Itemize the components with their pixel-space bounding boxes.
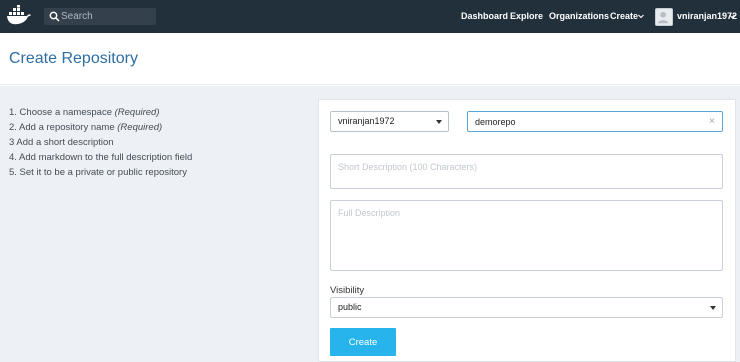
create-button[interactable]: Create <box>330 328 396 356</box>
namespace-value: vniranjan1972 <box>338 116 395 126</box>
list-item: 1. Choose a namespace (Required) <box>9 107 160 118</box>
search-input[interactable] <box>60 8 154 25</box>
visibility-select[interactable]: public <box>330 297 723 318</box>
nav-dashboard-link[interactable]: Dashboard <box>461 11 508 21</box>
close-icon[interactable]: × <box>709 116 715 127</box>
docker-whale-logo-icon[interactable] <box>6 5 32 27</box>
namespace-select[interactable]: vniranjan1972 <box>330 111 449 132</box>
nav-explore-link[interactable]: Explore <box>510 11 543 21</box>
repository-name-input[interactable] <box>467 111 723 132</box>
list-item: 5. Set it to be a private or public repo… <box>9 167 187 178</box>
list-item: 2. Add a repository name (Required) <box>9 122 163 133</box>
short-description-field[interactable] <box>330 154 723 189</box>
avatar-icon[interactable] <box>655 8 673 26</box>
visibility-label: Visibility <box>330 285 365 296</box>
nav-create-menu[interactable]: Create <box>610 11 638 21</box>
instructions-list: 1. Choose a namespace (Required) 2. Add … <box>9 105 192 180</box>
chevron-down-icon[interactable] <box>728 12 736 20</box>
nav-organizations-link[interactable]: Organizations <box>549 11 609 21</box>
page-title: Create Repository <box>9 50 138 67</box>
chevron-down-icon <box>710 306 716 310</box>
top-navbar: Dashboard Explore Organizations Create v… <box>0 0 740 33</box>
search-icon <box>49 11 60 22</box>
search-box[interactable] <box>44 8 156 25</box>
visibility-value: public <box>338 302 362 312</box>
list-item: 4. Add markdown to the full description … <box>9 152 193 163</box>
list-item: 3 Add a short description <box>9 137 114 148</box>
chevron-down-icon <box>436 120 442 124</box>
full-description-field[interactable] <box>330 200 723 271</box>
chevron-down-icon[interactable] <box>637 12 645 20</box>
